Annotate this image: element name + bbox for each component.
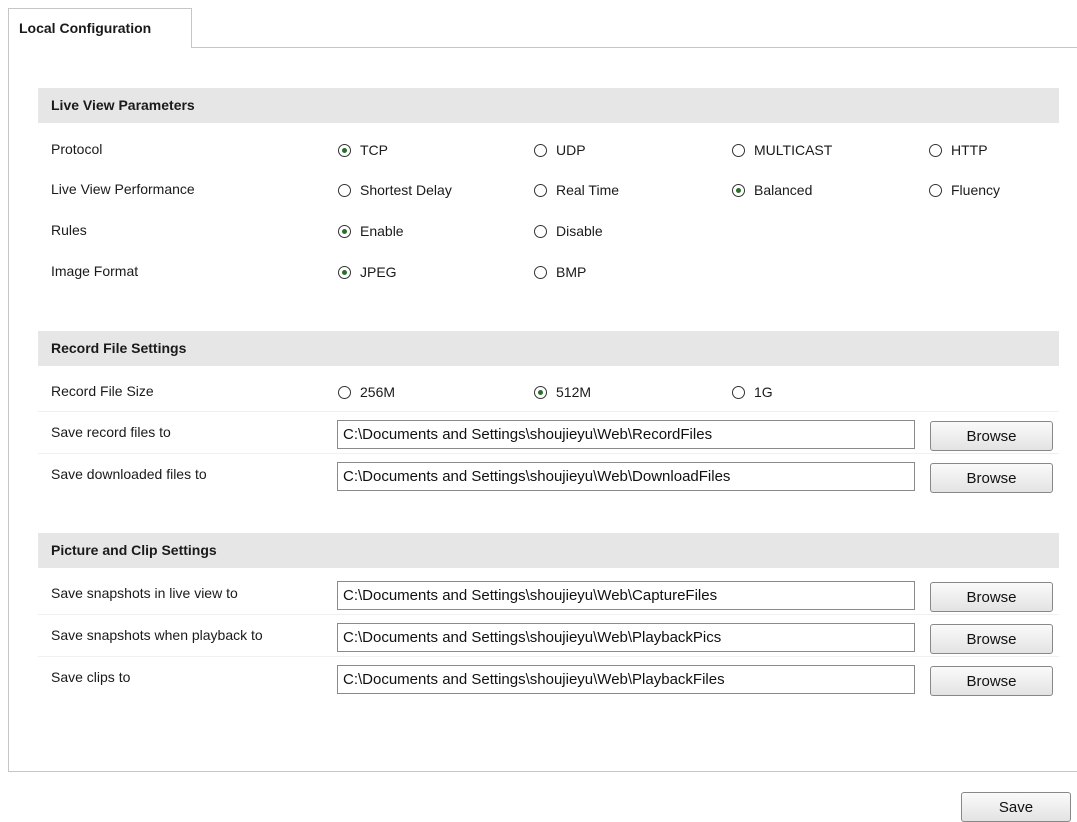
radio-label: HTTP	[951, 142, 988, 158]
radio-icon	[338, 385, 351, 399]
row-divider	[38, 656, 1059, 657]
snapshot-live-input[interactable]	[337, 581, 915, 610]
radio-label: MULTICAST	[754, 142, 833, 158]
record-file-size-label: Record File Size	[51, 383, 154, 399]
radio-label: 512M	[556, 384, 592, 400]
download-path-label: Save downloaded files to	[51, 466, 207, 482]
radio-selected-icon	[338, 143, 351, 157]
browse-download-button[interactable]: Browse	[930, 463, 1053, 493]
radio-label: BMP	[556, 264, 587, 280]
radio-label: Shortest Delay	[360, 182, 452, 198]
radio-label: JPEG	[360, 264, 397, 280]
protocol-http-radio[interactable]: HTTP	[929, 142, 988, 158]
rules-label: Rules	[51, 222, 87, 238]
radio-icon	[929, 143, 942, 157]
radio-label: UDP	[556, 142, 586, 158]
protocol-label: Protocol	[51, 141, 103, 157]
radio-label: 256M	[360, 384, 396, 400]
rules-disable-radio[interactable]: Disable	[534, 223, 603, 239]
performance-label: Live View Performance	[51, 181, 195, 197]
image-format-jpeg-radio[interactable]: JPEG	[338, 264, 397, 280]
radio-icon	[338, 183, 351, 197]
snapshot-live-label: Save snapshots in live view to	[51, 585, 238, 601]
clips-label: Save clips to	[51, 669, 131, 685]
snapshot-playback-label: Save snapshots when playback to	[51, 627, 263, 643]
download-path-input[interactable]	[337, 462, 915, 491]
record-path-label: Save record files to	[51, 424, 171, 440]
browse-snapshot-live-button[interactable]: Browse	[930, 582, 1053, 612]
radio-icon	[929, 183, 942, 197]
radio-icon	[534, 143, 547, 157]
section-live-view: Live View Parameters	[38, 88, 1059, 123]
save-button[interactable]: Save	[961, 792, 1071, 822]
file-size-1g-radio[interactable]: 1G	[732, 384, 773, 400]
protocol-udp-radio[interactable]: UDP	[534, 142, 586, 158]
browse-clips-button[interactable]: Browse	[930, 666, 1053, 696]
tab-local-configuration[interactable]: Local Configuration	[8, 8, 192, 48]
radio-label: TCP	[360, 142, 388, 158]
radio-label: Fluency	[951, 182, 1001, 198]
image-format-bmp-radio[interactable]: BMP	[534, 264, 586, 280]
clips-path-input[interactable]	[337, 665, 915, 694]
performance-balanced-radio[interactable]: Balanced	[732, 182, 812, 198]
radio-label: 1G	[754, 384, 773, 400]
radio-icon	[534, 183, 547, 197]
radio-label: Enable	[360, 223, 404, 239]
snapshot-playback-input[interactable]	[337, 623, 915, 652]
radio-icon	[534, 265, 547, 279]
radio-label: Balanced	[754, 182, 813, 198]
image-format-label: Image Format	[51, 263, 139, 279]
section-picture-clip: Picture and Clip Settings	[38, 533, 1059, 568]
performance-fluency-radio[interactable]: Fluency	[929, 182, 1000, 198]
radio-icon	[732, 385, 745, 399]
file-size-256m-radio[interactable]: 256M	[338, 384, 395, 400]
radio-selected-icon	[338, 265, 351, 279]
record-path-input[interactable]	[337, 420, 915, 449]
protocol-multicast-radio[interactable]: MULTICAST	[732, 142, 832, 158]
radio-selected-icon	[534, 385, 547, 399]
file-size-512m-radio[interactable]: 512M	[534, 384, 591, 400]
protocol-tcp-radio[interactable]: TCP	[338, 142, 388, 158]
rules-enable-radio[interactable]: Enable	[338, 223, 404, 239]
performance-real-time-radio[interactable]: Real Time	[534, 182, 619, 198]
radio-selected-icon	[732, 183, 745, 197]
radio-icon	[732, 143, 745, 157]
radio-icon	[534, 224, 547, 238]
radio-label: Disable	[556, 223, 603, 239]
section-record-file: Record File Settings	[38, 331, 1059, 366]
row-divider	[38, 411, 1059, 412]
row-divider	[38, 614, 1059, 615]
browse-record-button[interactable]: Browse	[930, 421, 1053, 451]
performance-shortest-delay-radio[interactable]: Shortest Delay	[338, 182, 452, 198]
radio-label: Real Time	[556, 182, 620, 198]
radio-selected-icon	[338, 224, 351, 238]
row-divider	[38, 453, 1059, 454]
browse-snapshot-playback-button[interactable]: Browse	[930, 624, 1053, 654]
